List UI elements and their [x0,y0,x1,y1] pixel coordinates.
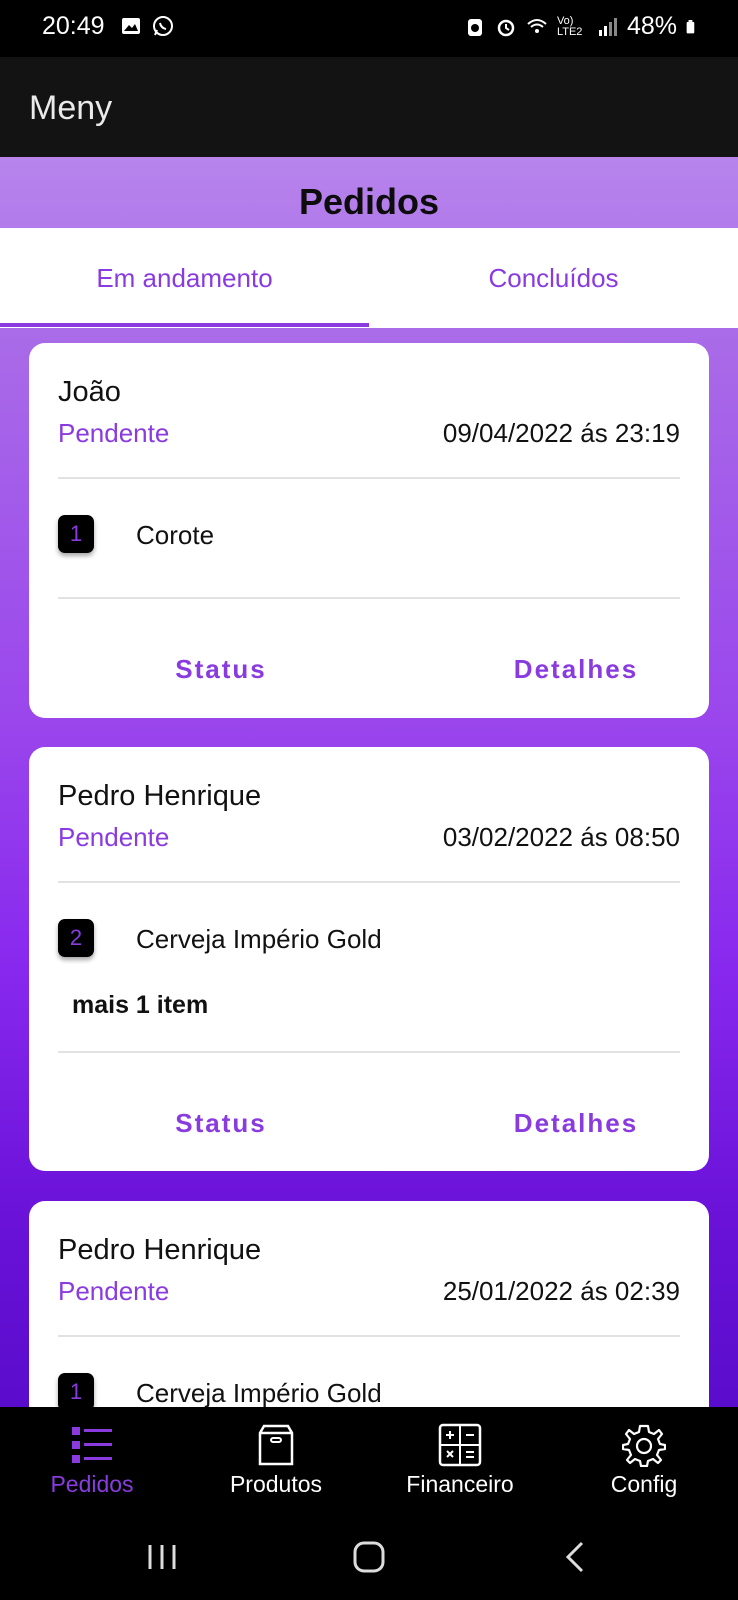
customer-name: Pedro Henrique [58,1234,262,1266]
signal-icon [598,17,617,36]
box-icon [258,1424,294,1466]
order-card[interactable]: Pedro Henrique Pendente 03/02/2022 ás 08… [29,747,709,1171]
item-name: Cerveja Império Gold [136,924,382,954]
status-button[interactable]: Status [101,1108,341,1139]
divider [58,881,680,883]
app-bar: Meny [0,57,738,157]
calculator-icon [438,1423,482,1467]
tab-indicator [0,323,369,327]
orders-screen: Pedidos Em andamento Concluídos João Pen… [0,157,738,1407]
nav-produtos[interactable]: Produtos [184,1407,368,1517]
list-icon [72,1427,112,1463]
nav-label: Config [610,1471,678,1497]
item-name: Corote [136,520,215,550]
item-quantity-badge: 1 [58,1373,94,1407]
divider [58,1051,680,1053]
bottom-navigation: Pedidos Produtos Financeiro Config [0,1407,738,1517]
order-status: Pendente [58,418,170,448]
battery-icon [686,19,695,33]
clean-icon [467,18,482,36]
order-card[interactable]: Pedro Henrique Pendente 25/01/2022 ás 02… [29,1201,709,1407]
more-items-label: mais 1 item [72,991,209,1019]
order-datetime: 03/02/2022 ás 08:50 [442,822,680,852]
system-navigation-bar [0,1517,738,1600]
order-status: Pendente [58,1276,170,1306]
order-datetime: 09/04/2022 ás 23:19 [442,418,680,448]
gear-icon [622,1424,666,1467]
item-name: Cerveja Império Gold [136,1378,382,1407]
customer-name: Pedro Henrique [58,780,262,812]
order-datetime: 25/01/2022 ás 02:39 [442,1276,680,1306]
status-bar: 20:49 Vo) LTE2 48% [0,0,738,57]
whatsapp-icon [153,16,173,36]
gallery-icon [122,18,140,34]
page-title: Pedidos [298,181,440,222]
back-icon[interactable] [556,1537,596,1577]
alarm-icon [497,19,515,36]
nav-financeiro[interactable]: Financeiro [368,1407,552,1517]
order-card[interactable]: João Pendente 09/04/2022 ás 23:19 1 Coro… [29,343,709,718]
tab-concluidos[interactable]: Concluídos [369,228,738,328]
nav-pedidos[interactable]: Pedidos [0,1407,184,1517]
nav-config[interactable]: Config [552,1407,736,1517]
tab-em-andamento[interactable]: Em andamento [0,228,369,328]
customer-name: João [58,376,121,408]
status-button[interactable]: Status [101,654,341,685]
network-label: Vo) LTE2 [556,14,583,38]
nav-label: Produtos [229,1471,323,1497]
tab-bar: Em andamento Concluídos [0,228,738,328]
divider [58,477,680,479]
item-quantity-badge: 1 [58,515,94,553]
battery-percent: 48% [626,12,677,40]
nav-label: Pedidos [50,1471,134,1497]
home-icon[interactable] [349,1537,389,1577]
status-time: 20:49 [42,12,105,40]
divider [58,597,680,599]
app-title: Meny [29,89,113,127]
details-button[interactable]: Detalhes [456,1108,696,1139]
item-quantity-badge: 2 [58,919,94,957]
wifi-icon [527,18,547,33]
order-status: Pendente [58,822,170,852]
details-button[interactable]: Detalhes [456,654,696,685]
recent-apps-icon[interactable] [142,1537,182,1577]
divider [58,1335,680,1337]
nav-label: Financeiro [406,1471,514,1497]
